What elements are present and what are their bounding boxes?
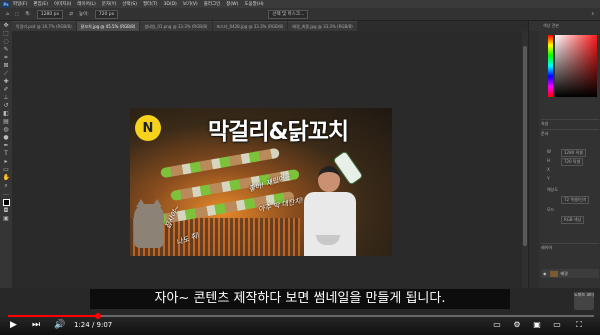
menu-filter[interactable]: 필터(T) bbox=[143, 1, 158, 7]
blur-tool-icon[interactable]: ◍ bbox=[3, 127, 10, 133]
menu-plugins[interactable]: 플러그인 bbox=[204, 1, 221, 7]
person-head bbox=[318, 166, 340, 192]
next-icon[interactable]: ⏭ bbox=[32, 320, 40, 330]
history-brush-icon[interactable]: ↺ bbox=[3, 103, 10, 109]
height-field[interactable]: 720 px bbox=[94, 9, 119, 19]
height-field[interactable]: 720 픽셀 bbox=[561, 158, 584, 166]
color-picker-field[interactable] bbox=[555, 35, 597, 97]
menu-type[interactable]: 문자(Y) bbox=[102, 1, 117, 7]
pen-tool-icon[interactable]: ✒ bbox=[3, 143, 10, 149]
theater-mode-icon[interactable]: ▭ bbox=[552, 320, 562, 330]
right-panels: 색상 견본 속성 문서 W 1280 픽셀 H 720 픽셀 X Y 해상도 7… bbox=[528, 21, 600, 288]
play-icon[interactable]: ▶ bbox=[10, 320, 17, 330]
hand-tool-icon[interactable]: ✋ bbox=[3, 175, 10, 181]
select-and-mask-button[interactable]: 선택 및 마스크... bbox=[268, 9, 309, 19]
screen-mode-icon[interactable]: ▣ bbox=[3, 216, 10, 222]
photoshop-logo-icon[interactable]: Ps bbox=[2, 0, 10, 8]
type-tool-icon[interactable]: T bbox=[3, 151, 10, 157]
resolution-field[interactable]: 72 픽셀/인치 bbox=[561, 196, 590, 204]
width-label: 폭: bbox=[25, 12, 31, 17]
miniplayer-icon[interactable]: ▣ bbox=[532, 320, 542, 330]
settings-icon[interactable]: ⚙ bbox=[512, 320, 522, 330]
menu-window[interactable]: 창(W) bbox=[226, 1, 238, 7]
thumbnail-document[interactable]: N 막걸리&닭꼬치 좋아! 재밌어~ 아주 딱 대잔치! 집사야~ 나도 줘! bbox=[130, 108, 392, 256]
person-body bbox=[304, 192, 356, 256]
menu-3d[interactable]: 3D(D) bbox=[164, 2, 177, 7]
shape-tool-icon[interactable]: ▭ bbox=[3, 167, 10, 173]
menu-view[interactable]: 보기(V) bbox=[183, 1, 198, 7]
scrollbar-thumb[interactable] bbox=[523, 46, 527, 246]
dodge-tool-icon[interactable]: ● bbox=[3, 135, 10, 141]
menu-select[interactable]: 선택(S) bbox=[122, 1, 137, 7]
height-label: H bbox=[547, 158, 551, 163]
video-time: 1:24 / 9:07 bbox=[74, 321, 113, 329]
document-tab[interactable]: 포스터_0428.jpg @ 33.3% (RGB/8) bbox=[212, 21, 288, 31]
width-field[interactable]: 1280 px bbox=[36, 9, 64, 19]
menu-layer[interactable]: 레이어(L) bbox=[77, 1, 95, 7]
y-label: Y bbox=[547, 176, 550, 181]
subtitles-icon[interactable]: ▭ bbox=[492, 320, 502, 330]
zoom-tool-icon[interactable]: ⌕ bbox=[3, 183, 10, 189]
width-label: W bbox=[547, 149, 551, 154]
menu-edit[interactable]: 편집(E) bbox=[33, 1, 48, 7]
move-tool-icon[interactable]: ✥ bbox=[3, 23, 10, 29]
layer-thumbnail bbox=[549, 270, 558, 277]
document-tabs: 막걸리.psd @ 16.7% (RGB/8) 닭꼬치.jpg @ 45.5% … bbox=[12, 21, 528, 31]
color-panel-tabs[interactable]: 색상 견본 bbox=[529, 21, 600, 31]
layer-row[interactable]: ◉ 배경 bbox=[541, 269, 599, 278]
channel-watermark[interactable]: 노마드 코더 bbox=[574, 292, 594, 310]
quick-select-tool-icon[interactable]: ✎ bbox=[3, 47, 10, 53]
more-tools-icon[interactable]: … bbox=[3, 191, 10, 197]
search-icon[interactable]: ⌕ bbox=[591, 11, 594, 17]
cat-ear bbox=[136, 199, 146, 207]
quick-mask-icon[interactable]: ◘ bbox=[3, 208, 10, 214]
eraser-tool-icon[interactable]: ◧ bbox=[3, 111, 10, 117]
healing-tool-icon[interactable]: ✚ bbox=[3, 79, 10, 85]
menu-help[interactable]: 도움말(H) bbox=[244, 1, 263, 7]
home-icon[interactable]: ⌂ bbox=[6, 12, 9, 17]
fullscreen-icon[interactable]: ⛶ bbox=[574, 320, 584, 330]
menu-image[interactable]: 이미지(I) bbox=[54, 1, 71, 7]
stamp-tool-icon[interactable]: ⊥ bbox=[3, 95, 10, 101]
video-subtitle: 자아~ 콘텐츠 제작하다 보면 썸네일을 만들게 됩니다. bbox=[90, 289, 510, 309]
lasso-tool-icon[interactable]: ◌ bbox=[3, 39, 10, 45]
color-swatch-icon[interactable] bbox=[2, 199, 10, 206]
menu-bar: Ps 파일(F) 편집(E) 이미지(I) 레이어(L) 문자(Y) 선택(S)… bbox=[0, 0, 600, 8]
resolution-label: 해상도 bbox=[547, 187, 559, 192]
document-tab[interactable]: 썸네일_01.png @ 33.3% (RGB/8) bbox=[140, 21, 212, 31]
cat-image bbox=[134, 199, 164, 248]
layer-name: 배경 bbox=[560, 270, 568, 276]
video-progress-bar[interactable] bbox=[8, 313, 594, 319]
eyedropper-tool-icon[interactable]: ⟋ bbox=[3, 71, 10, 77]
layers-panel-header[interactable]: 레이어 bbox=[541, 243, 599, 251]
height-label: 높이: bbox=[78, 12, 89, 17]
document-tab-active[interactable]: 닭꼬치.jpg @ 45.5% (RGB/8) bbox=[76, 21, 140, 31]
width-field[interactable]: 1280 픽셀 bbox=[561, 149, 586, 157]
panel-icon-strip bbox=[529, 31, 539, 288]
mode-select[interactable]: RGB 색상 bbox=[561, 216, 585, 224]
thumbnail-title: 막걸리&닭꼬치 bbox=[208, 119, 349, 145]
swap-icon[interactable]: ⇄ bbox=[69, 12, 73, 17]
x-label: X bbox=[547, 167, 550, 172]
marquee-tool-icon[interactable]: ⬚ bbox=[15, 12, 19, 17]
volume-icon[interactable]: 🔊 bbox=[54, 320, 65, 330]
document-section-header: 문서 bbox=[541, 129, 599, 137]
document-tab[interactable]: 배경_최종.jpg @ 33.3% (RGB/8) bbox=[288, 21, 357, 31]
properties-panel-header[interactable]: 속성 bbox=[541, 119, 599, 127]
eye-icon[interactable]: ◉ bbox=[543, 271, 547, 276]
channel-badge: N bbox=[135, 115, 161, 141]
frame-tool-icon[interactable]: ⊠ bbox=[3, 63, 10, 69]
progress-played bbox=[8, 315, 99, 317]
cat-ear bbox=[152, 199, 162, 207]
gradient-tool-icon[interactable]: ▤ bbox=[3, 119, 10, 125]
menu-file[interactable]: 파일(F) bbox=[13, 1, 27, 7]
options-bar: ⌂ ⬚ 폭: 1280 px ⇄ 높이: 720 px 선택 및 마스크... … bbox=[0, 8, 600, 21]
brush-tool-icon[interactable]: ✐ bbox=[3, 87, 10, 93]
document-tab[interactable]: 막걸리.psd @ 16.7% (RGB/8) bbox=[12, 21, 76, 31]
mode-label: 모드 bbox=[547, 207, 555, 212]
path-select-tool-icon[interactable]: ▸ bbox=[3, 159, 10, 165]
crop-tool-icon[interactable]: ⌗ bbox=[3, 55, 10, 61]
marquee-tool-icon[interactable]: ⬚ bbox=[3, 31, 10, 37]
hue-slider[interactable] bbox=[548, 35, 553, 97]
